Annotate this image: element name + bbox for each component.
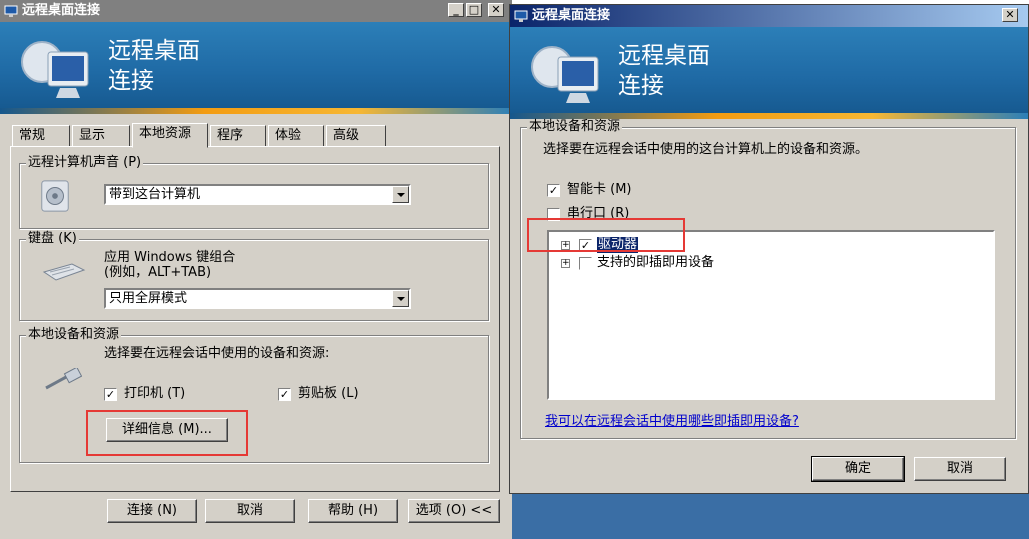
banner-line2: 连接 — [108, 68, 154, 94]
banner: 远程桌面 连接 — [0, 22, 512, 114]
keyboard-select[interactable]: 只用全屏模式 — [104, 288, 411, 309]
clipboard-checkbox[interactable]: ✓ — [278, 388, 291, 401]
left-dialog: 远程桌面连接 _ □ ✕ 远程桌面 连接 常规 显示 本地资源 程序 体验 高级… — [0, 0, 512, 539]
remote-desktop-monitor-icon — [531, 46, 599, 103]
sound-select-value: 带到这台计算机 — [109, 187, 201, 202]
tab-panel: 远程计算机声音 (P) 带到这台计算机 键盘 (K) 应用 Windows 键组… — [10, 146, 500, 492]
local-devices-group: 本地设备和资源 选择要在远程会话中使用的这台计算机上的设备和资源。 ✓ 智能卡 … — [520, 119, 1016, 439]
app-icon — [514, 10, 528, 22]
chevron-down-icon[interactable] — [392, 186, 409, 203]
maximize-button[interactable]: □ — [466, 3, 482, 17]
banner-line1: 远程桌面 — [618, 43, 710, 69]
right-dialog: 远程桌面连接 ✕ 远程桌面 连接 本地设备和资源 选择要在远程会话中使用的这台计… — [509, 4, 1029, 494]
usb-plug-icon — [45, 368, 82, 390]
clipboard-label: 剪贴板 (L) — [298, 386, 359, 401]
keyboard-desc-line1: 应用 Windows 键组合 — [104, 250, 236, 265]
banner-line2: 连接 — [618, 73, 664, 99]
sound-group-legend: 远程计算机声音 (P) — [26, 155, 144, 171]
printer-checkbox[interactable]: ✓ — [104, 388, 117, 401]
pnp-help-link[interactable]: 我可以在远程会话中使用哪些即插即用设备? — [545, 410, 799, 429]
tab-programs[interactable]: 程序 — [210, 125, 266, 147]
minimize-button[interactable]: _ — [448, 3, 464, 17]
tab-experience[interactable]: 体验 — [268, 125, 324, 147]
close-button[interactable]: ✕ — [488, 3, 504, 17]
printer-label: 打印机 (T) — [124, 386, 186, 401]
connect-button[interactable]: 连接 (N) — [107, 499, 197, 523]
window-title: 远程桌面连接 — [532, 8, 611, 23]
remote-desktop-monitor-icon — [21, 41, 89, 98]
banner: 远程桌面 连接 — [510, 27, 1028, 119]
keyboard-icon — [42, 263, 86, 281]
keyboard-group: 键盘 (K) 应用 Windows 键组合 (例如，ALT+TAB) 只用全屏模… — [19, 231, 489, 321]
tab-local-resources[interactable]: 本地资源 — [132, 123, 208, 148]
app-icon — [4, 5, 18, 17]
local-devices-desc: 选择要在远程会话中使用的设备和资源: — [104, 346, 330, 361]
smartcard-label: 智能卡 (M) — [567, 182, 632, 197]
right-titlebar[interactable]: 远程桌面连接 ✕ — [510, 5, 1028, 27]
tab-general[interactable]: 常规 — [12, 125, 70, 147]
group-legend: 本地设备和资源 — [527, 119, 623, 135]
close-button[interactable]: ✕ — [1002, 8, 1018, 22]
device-tree[interactable]: + ✓ 驱动器 + 支持的即插即用设备 — [547, 230, 995, 400]
sound-select[interactable]: 带到这台计算机 — [104, 184, 411, 205]
sound-group: 远程计算机声音 (P) 带到这台计算机 — [19, 155, 489, 229]
keyboard-desc-line2: (例如，ALT+TAB) — [104, 265, 212, 280]
local-devices-legend: 本地设备和资源 — [26, 327, 122, 343]
window-title: 远程桌面连接 — [22, 3, 101, 18]
cancel-button[interactable]: 取消 — [205, 499, 295, 523]
desktop-background — [512, 494, 1029, 539]
expand-icon[interactable]: + — [561, 259, 570, 268]
smartcard-checkbox[interactable]: ✓ — [547, 184, 560, 197]
chevron-down-icon[interactable] — [392, 290, 409, 307]
banner-line1: 远程桌面 — [108, 38, 200, 64]
keyboard-group-legend: 键盘 (K) — [26, 231, 79, 247]
pnp-checkbox[interactable] — [579, 257, 592, 270]
banner-stripe — [0, 108, 512, 114]
tab-advanced[interactable]: 高级 — [326, 125, 386, 147]
help-button[interactable]: 帮助 (H) — [308, 499, 398, 523]
left-titlebar[interactable]: 远程桌面连接 _ □ ✕ — [0, 0, 512, 22]
pnp-label[interactable]: 支持的即插即用设备 — [597, 255, 714, 271]
cancel-button[interactable]: 取消 — [914, 457, 1006, 481]
highlight-box — [86, 410, 248, 456]
speaker-icon — [41, 180, 69, 212]
keyboard-select-value: 只用全屏模式 — [109, 291, 188, 306]
options-button[interactable]: 选项 (O) << — [408, 499, 500, 523]
tab-display[interactable]: 显示 — [72, 125, 130, 147]
ok-button[interactable]: 确定 — [811, 456, 905, 482]
group-desc: 选择要在远程会话中使用的这台计算机上的设备和资源。 — [543, 142, 869, 157]
highlight-box — [527, 218, 685, 252]
